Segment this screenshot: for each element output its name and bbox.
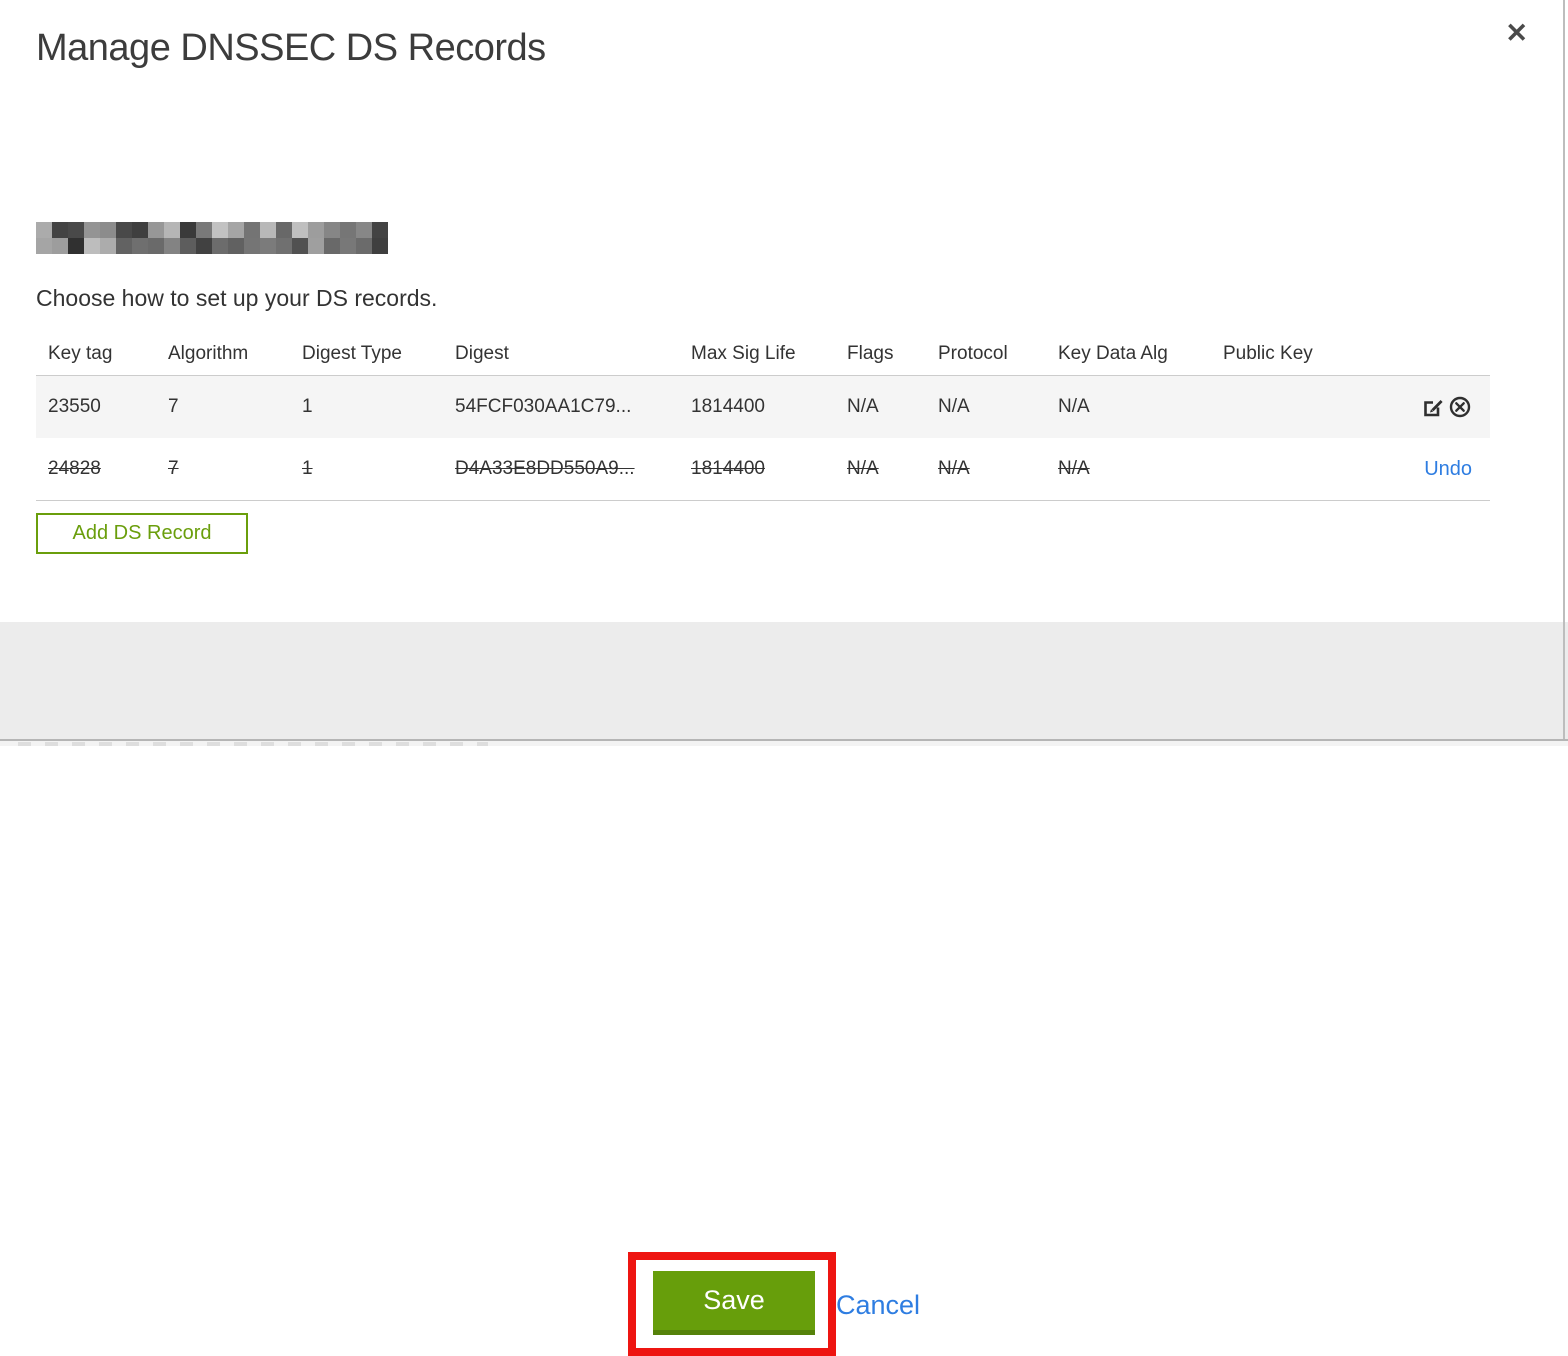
add-ds-record-button[interactable]: Add DS Record [36, 513, 248, 554]
cancel-link[interactable]: Cancel [836, 1290, 920, 1321]
modal-right-edge [1563, 0, 1565, 741]
col-header-digest-type: Digest Type [302, 342, 402, 364]
ds-records-table: Key tag Algorithm Digest Type Digest Max… [36, 332, 1490, 501]
col-header-algorithm: Algorithm [168, 342, 249, 364]
page-title: Manage DNSSEC DS Records [36, 27, 546, 69]
cell-key-tag: 23550 [48, 396, 101, 417]
manage-dnssec-modal: Manage DNSSEC DS Records ✕ Choose how to… [0, 0, 1568, 1356]
table-row-deleted: 24828 7 1 D4A33E8DD550A9... 1814400 N/A … [36, 438, 1490, 500]
col-header-key-data-alg: Key Data Alg [1058, 342, 1168, 364]
col-header-key-tag: Key tag [48, 342, 113, 364]
table-row: 23550 7 1 54FCF030AA1C79... 1814400 N/A … [36, 376, 1490, 438]
col-header-max-sig-life: Max Sig Life [691, 342, 796, 364]
cell-digest: 54FCF030AA1C79... [455, 396, 632, 417]
cell-protocol: N/A [938, 396, 970, 417]
redacted-domain-name [36, 222, 388, 254]
col-header-digest: Digest [455, 342, 509, 364]
save-button[interactable]: Save [653, 1271, 815, 1335]
cell-digest-type: 1 [302, 458, 313, 479]
cell-flags: N/A [847, 458, 879, 479]
modal-footer: Save Cancel [0, 622, 1568, 1356]
close-icon[interactable]: ✕ [1505, 20, 1528, 47]
cell-flags: N/A [847, 396, 879, 417]
cell-key-tag: 24828 [48, 458, 101, 479]
col-header-protocol: Protocol [938, 342, 1008, 364]
cell-algorithm: 7 [168, 396, 179, 417]
cell-digest-type: 1 [302, 396, 313, 417]
cell-protocol: N/A [938, 458, 970, 479]
background-blur-texture [18, 742, 488, 746]
cell-max-sig-life: 1814400 [691, 396, 765, 417]
cell-key-data-alg: N/A [1058, 396, 1090, 417]
background-page-strip [0, 741, 1568, 746]
table-header-row: Key tag Algorithm Digest Type Digest Max… [36, 332, 1490, 375]
cell-max-sig-life: 1814400 [691, 458, 765, 479]
cell-digest: D4A33E8DD550A9... [455, 458, 635, 479]
col-header-flags: Flags [847, 342, 894, 364]
undo-link[interactable]: Undo [1424, 458, 1472, 481]
delete-record-icon[interactable] [1448, 395, 1472, 419]
edit-record-icon[interactable] [1421, 395, 1445, 419]
col-header-public-key: Public Key [1223, 342, 1313, 364]
subtitle-text: Choose how to set up your DS records. [36, 285, 438, 311]
cell-algorithm: 7 [168, 458, 179, 479]
cell-key-data-alg: N/A [1058, 458, 1090, 479]
